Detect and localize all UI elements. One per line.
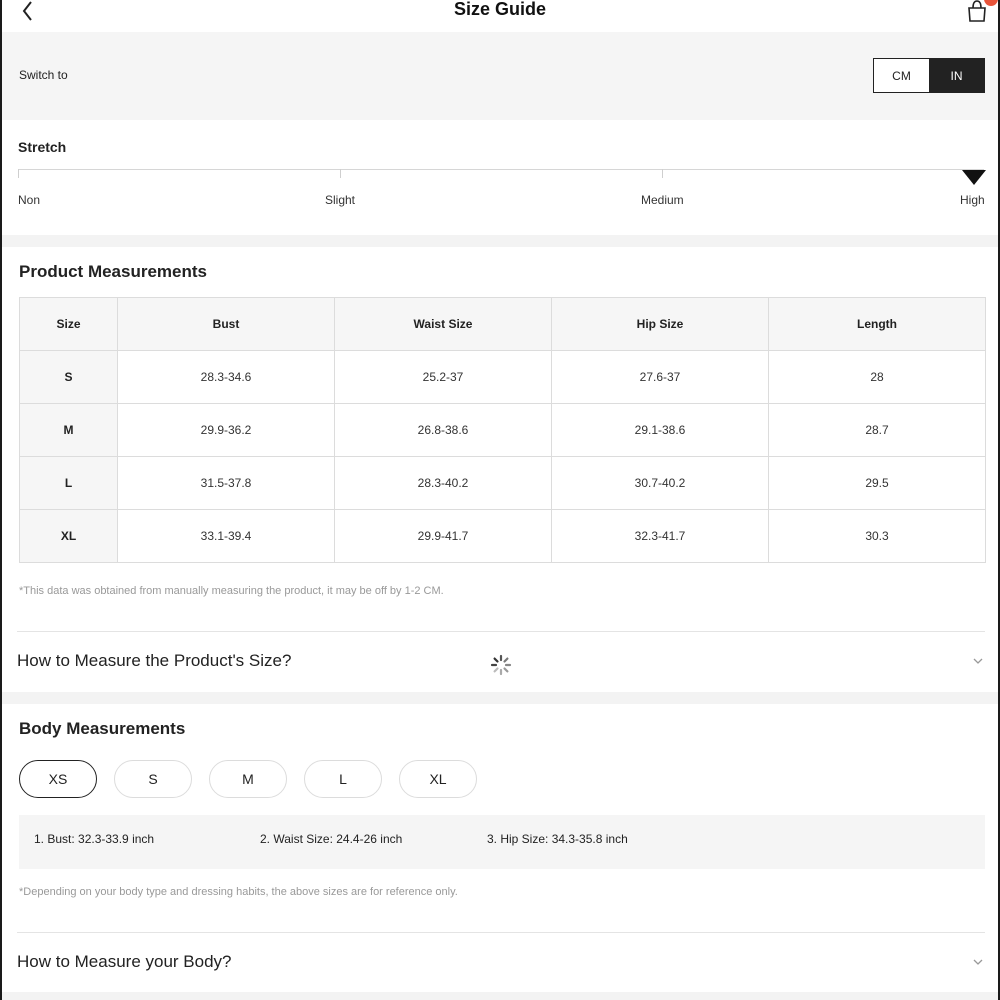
table-row: L 31.5-37.8 28.3-40.2 30.7-40.2 29.5 [19,456,986,510]
body-measurement-waist: 2. Waist Size: 24.4-26 inch [260,832,403,846]
body-measurement-note: *Depending on your body type and dressin… [19,886,458,898]
chevron-down-icon [973,658,983,664]
unit-option-cm[interactable]: CM [874,59,929,92]
page-title: Size Guide [453,0,547,19]
product-measurements-title: Product Measurements [19,262,207,281]
table-cell: 25.2-37 [334,350,552,404]
column-header-waist: Waist Size [334,297,552,351]
table-header-row: Size Bust Waist Size Hip Size Length [19,297,986,351]
table-cell: 33.1-39.4 [117,509,335,563]
stretch-title: Stretch [18,139,67,155]
stretch-label-high: High [960,193,985,207]
stretch-scale-line [18,169,984,170]
table-cell: 27.6-37 [551,350,769,404]
stretch-label-non: Non [18,193,41,207]
table-cell: 28.7 [768,403,986,457]
body-size-selector: XS S M L XL [19,760,477,798]
table-cell: 31.5-37.8 [117,456,335,510]
stretch-level-marker [962,170,986,185]
table-row: M 29.9-36.2 26.8-38.6 29.1-38.6 28.7 [19,403,986,457]
table-cell: 32.3-41.7 [551,509,769,563]
table-cell: 30.3 [768,509,986,563]
size-pill-xl[interactable]: XL [399,760,477,798]
stretch-tick [340,169,341,178]
chevron-down-icon [973,959,983,965]
product-measurement-note: *This data was obtained from manually me… [19,585,444,597]
body-measurements-title: Body Measurements [19,719,186,738]
divider [17,932,985,933]
table-cell: 29.1-38.6 [551,403,769,457]
section-separator [2,992,998,1000]
unit-switch-band: Switch to CM IN [2,32,998,120]
column-header-size: Size [19,297,118,351]
column-header-length: Length [768,297,986,351]
size-pill-l[interactable]: L [304,760,382,798]
section-separator [2,235,998,247]
size-pill-xs[interactable]: XS [19,760,97,798]
size-cell: M [19,403,118,457]
accordion-label: How to Measure the Product's Size? [17,651,292,670]
stretch-tick [18,169,19,178]
table-cell: 28.3-34.6 [117,350,335,404]
table-cell: 30.7-40.2 [551,456,769,510]
size-pill-m[interactable]: M [209,760,287,798]
size-cell: XL [19,509,118,563]
size-cell: S [19,350,118,404]
divider [17,631,985,632]
product-measurements-table: Size Bust Waist Size Hip Size Length S 2… [19,297,986,563]
section-separator [2,692,998,704]
measure-body-accordion[interactable]: How to Measure your Body? [17,934,985,992]
table-row: S 28.3-34.6 25.2-37 27.6-37 28 [19,350,986,404]
table-cell: 28 [768,350,986,404]
column-header-hip: Hip Size [551,297,769,351]
table-cell: 26.8-38.6 [334,403,552,457]
accordion-label: How to Measure your Body? [17,952,232,971]
table-cell: 29.9-36.2 [117,403,335,457]
unit-option-in[interactable]: IN [929,59,984,92]
stretch-label-slight: Slight [325,193,356,207]
size-pill-s[interactable]: S [114,760,192,798]
body-measurement-bust: 1. Bust: 32.3-33.9 inch [34,832,155,846]
unit-toggle: CM IN [873,58,985,93]
table-cell: 29.5 [768,456,986,510]
table-cell: 28.3-40.2 [334,456,552,510]
body-measurements-box: 1. Bust: 32.3-33.9 inch 2. Waist Size: 2… [19,815,985,869]
top-bar: Size Guide [2,0,998,30]
column-header-bust: Bust [117,297,335,351]
switch-label: Switch to [19,68,68,82]
stretch-label-medium: Medium [641,193,684,207]
size-cell: L [19,456,118,510]
window-frame-left [0,0,2,1000]
body-measurement-hip: 3. Hip Size: 34.3-35.8 inch [487,832,628,846]
table-row: XL 33.1-39.4 29.9-41.7 32.3-41.7 30.3 [19,509,986,563]
loading-spinner-icon [490,654,512,676]
table-cell: 29.9-41.7 [334,509,552,563]
stretch-tick [662,169,663,178]
